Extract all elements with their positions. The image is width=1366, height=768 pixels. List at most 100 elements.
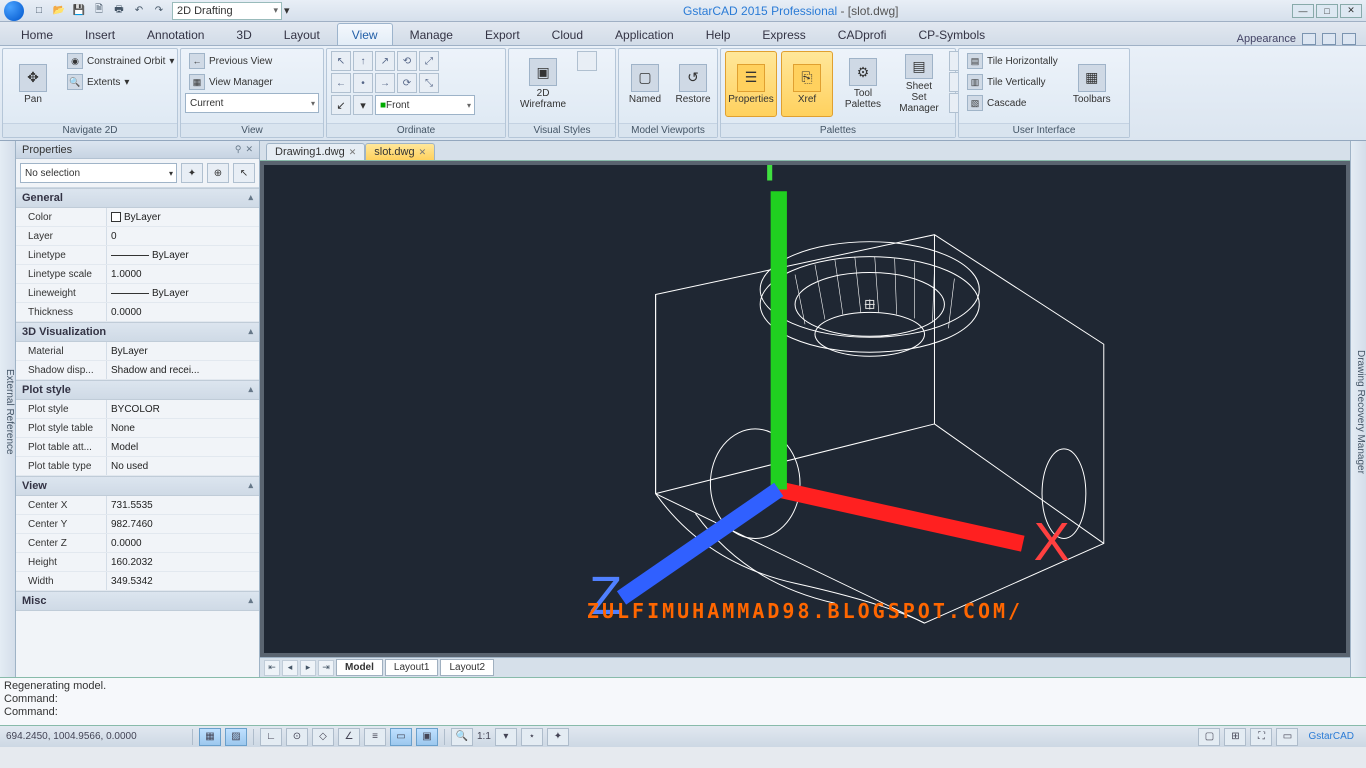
cmd-prompt[interactable]: Command: <box>4 706 1362 718</box>
first-icon[interactable]: ⇤ <box>264 660 280 676</box>
print-icon[interactable]: 🖶 <box>110 2 128 20</box>
minimize-button[interactable]: — <box>1292 4 1314 18</box>
prop-group-header[interactable]: General▴ <box>16 188 259 208</box>
pickadd-icon[interactable]: ⊕ <box>207 163 229 183</box>
view-current-combo[interactable]: Current <box>185 93 319 113</box>
open-icon[interactable]: 📂 <box>50 2 68 20</box>
status-icon[interactable]: ▢ <box>1198 728 1220 746</box>
prop-row[interactable]: Center Z0.0000 <box>16 534 259 553</box>
annotation-toggle[interactable]: ✦ <box>547 728 569 746</box>
prop-row[interactable]: Plot table att...Model <box>16 438 259 457</box>
prop-row[interactable]: Shadow disp...Shadow and recei... <box>16 361 259 380</box>
prop-group-header[interactable]: 3D Visualization▴ <box>16 322 259 342</box>
ordinate-combo[interactable]: ■ Front <box>375 95 475 115</box>
ord-icon[interactable]: ⤢ <box>419 51 439 71</box>
tab-manage[interactable]: Manage <box>395 23 468 45</box>
sheetset-button[interactable]: ▤Sheet Set Manager <box>893 51 945 117</box>
appearance-menu[interactable]: Appearance <box>1237 33 1360 45</box>
ord-icon[interactable]: ⤡ <box>419 73 439 93</box>
last-icon[interactable]: ⇥ <box>318 660 334 676</box>
osnap-toggle[interactable]: ◇ <box>312 728 334 746</box>
ord-icon[interactable]: ← <box>331 73 351 93</box>
ord-icon[interactable]: ↖ <box>331 51 351 71</box>
tool-palettes-button[interactable]: ⚙Tool Palettes <box>837 51 889 117</box>
ord-icon[interactable]: ↗ <box>375 51 395 71</box>
properties-button[interactable]: ☰Properties <box>725 51 777 117</box>
viewport[interactable]: X Y Z ZULFIMUHAMMAD98.BLOGSPOT.COM/ <box>264 165 1346 653</box>
tab-application[interactable]: Application <box>600 23 689 45</box>
tab-cloud[interactable]: Cloud <box>537 23 598 45</box>
prop-row[interactable]: Center X731.5535 <box>16 496 259 515</box>
prop-group-header[interactable]: Plot style▴ <box>16 380 259 400</box>
annotation-toggle[interactable]: ⋆ <box>521 728 543 746</box>
ord-icon[interactable]: ⟲ <box>397 51 417 71</box>
prop-row[interactable]: Linetype scale1.0000 <box>16 265 259 284</box>
tab-cadprofi[interactable]: CADprofi <box>823 23 902 45</box>
layout-tab[interactable]: Layout2 <box>440 659 494 676</box>
prop-row[interactable]: Thickness0.0000 <box>16 303 259 322</box>
undo-icon[interactable]: ↶ <box>130 2 148 20</box>
layout-tab[interactable]: Layout1 <box>385 659 439 676</box>
tab-home[interactable]: Home <box>6 23 68 45</box>
saveas-icon[interactable]: 🗎 <box>90 2 108 20</box>
ord-icon[interactable]: • <box>353 73 373 93</box>
min-ribbon-icon[interactable] <box>1302 33 1316 45</box>
command-window[interactable]: Regenerating model. Command: Command: <box>0 677 1366 725</box>
tab-help[interactable]: Help <box>691 23 746 45</box>
tab-layout[interactable]: Layout <box>269 23 335 45</box>
layout-tab-model[interactable]: Model <box>336 659 383 676</box>
visual-more-icon[interactable] <box>577 51 597 71</box>
prop-row[interactable]: Plot table typeNo used <box>16 457 259 476</box>
extents-button[interactable]: 🔍Extents ▾ <box>63 72 178 92</box>
prop-row[interactable]: Layer0 <box>16 227 259 246</box>
close-button[interactable]: ✕ <box>1340 4 1362 18</box>
drawing-recovery-panel[interactable]: Drawing Recovery Manager <box>1350 141 1366 677</box>
scale-label[interactable]: 1:1 <box>477 731 491 742</box>
prev-icon[interactable]: ◂ <box>282 660 298 676</box>
status-icon[interactable]: ⊞ <box>1224 728 1246 746</box>
lwt-toggle[interactable]: ≡ <box>364 728 386 746</box>
named-button[interactable]: ▢Named <box>623 51 667 117</box>
dyn-toggle[interactable]: ▭ <box>390 728 412 746</box>
scale-button[interactable]: 🔍 <box>451 728 473 746</box>
tab-view[interactable]: View <box>337 23 393 45</box>
quickselect-icon[interactable]: ✦ <box>181 163 203 183</box>
prop-row[interactable]: Plot styleBYCOLOR <box>16 400 259 419</box>
workspace-selector[interactable]: 2D Drafting <box>172 2 282 20</box>
ord-icon[interactable]: → <box>375 73 395 93</box>
prop-row[interactable]: Lineweight ByLayer <box>16 284 259 303</box>
orbit-button[interactable]: ◉Constrained Orbit ▾ <box>63 51 178 71</box>
tab-insert[interactable]: Insert <box>70 23 130 45</box>
prop-row[interactable]: Plot style tableNone <box>16 419 259 438</box>
wireframe-button[interactable]: ▣2D Wireframe <box>513 51 573 117</box>
model-toggle[interactable]: ▣ <box>416 728 438 746</box>
close-ribbon-icon[interactable] <box>1342 33 1356 45</box>
ord-icon[interactable]: ↑ <box>353 51 373 71</box>
tab-annotation[interactable]: Annotation <box>132 23 219 45</box>
previous-view-button[interactable]: ←Previous View <box>185 51 319 71</box>
prop-row[interactable]: ColorByLayer <box>16 208 259 227</box>
restore-button[interactable]: □ <box>1316 4 1338 18</box>
prop-group-header[interactable]: Misc▴ <box>16 591 259 611</box>
prop-row[interactable]: Width349.5342 <box>16 572 259 591</box>
xref-button[interactable]: ⎘Xref <box>781 51 833 117</box>
snap-toggle[interactable]: ▦ <box>199 728 221 746</box>
selection-combo[interactable]: No selection <box>20 163 177 183</box>
close-icon[interactable]: ✕ <box>245 144 253 155</box>
prop-row[interactable]: Center Y982.7460 <box>16 515 259 534</box>
ord-icon[interactable]: ⟳ <box>397 73 417 93</box>
ord-icon[interactable]: ↙ <box>331 95 351 115</box>
pan-button[interactable]: ✥Pan <box>7 51 59 117</box>
prop-row[interactable]: Linetype ByLayer <box>16 246 259 265</box>
status-icon[interactable]: ⛶ <box>1250 728 1272 746</box>
grid-toggle[interactable]: ▨ <box>225 728 247 746</box>
tile-v-button[interactable]: ▥Tile Vertically <box>963 72 1062 92</box>
cascade-button[interactable]: ▧Cascade <box>963 93 1062 113</box>
otrack-toggle[interactable]: ∠ <box>338 728 360 746</box>
polar-toggle[interactable]: ⊙ <box>286 728 308 746</box>
prop-row[interactable]: MaterialByLayer <box>16 342 259 361</box>
restore-button[interactable]: ↺Restore <box>671 51 715 117</box>
save-icon[interactable]: 💾 <box>70 2 88 20</box>
external-reference-panel[interactable]: External Reference <box>0 141 16 677</box>
tab-express[interactable]: Express <box>747 23 820 45</box>
